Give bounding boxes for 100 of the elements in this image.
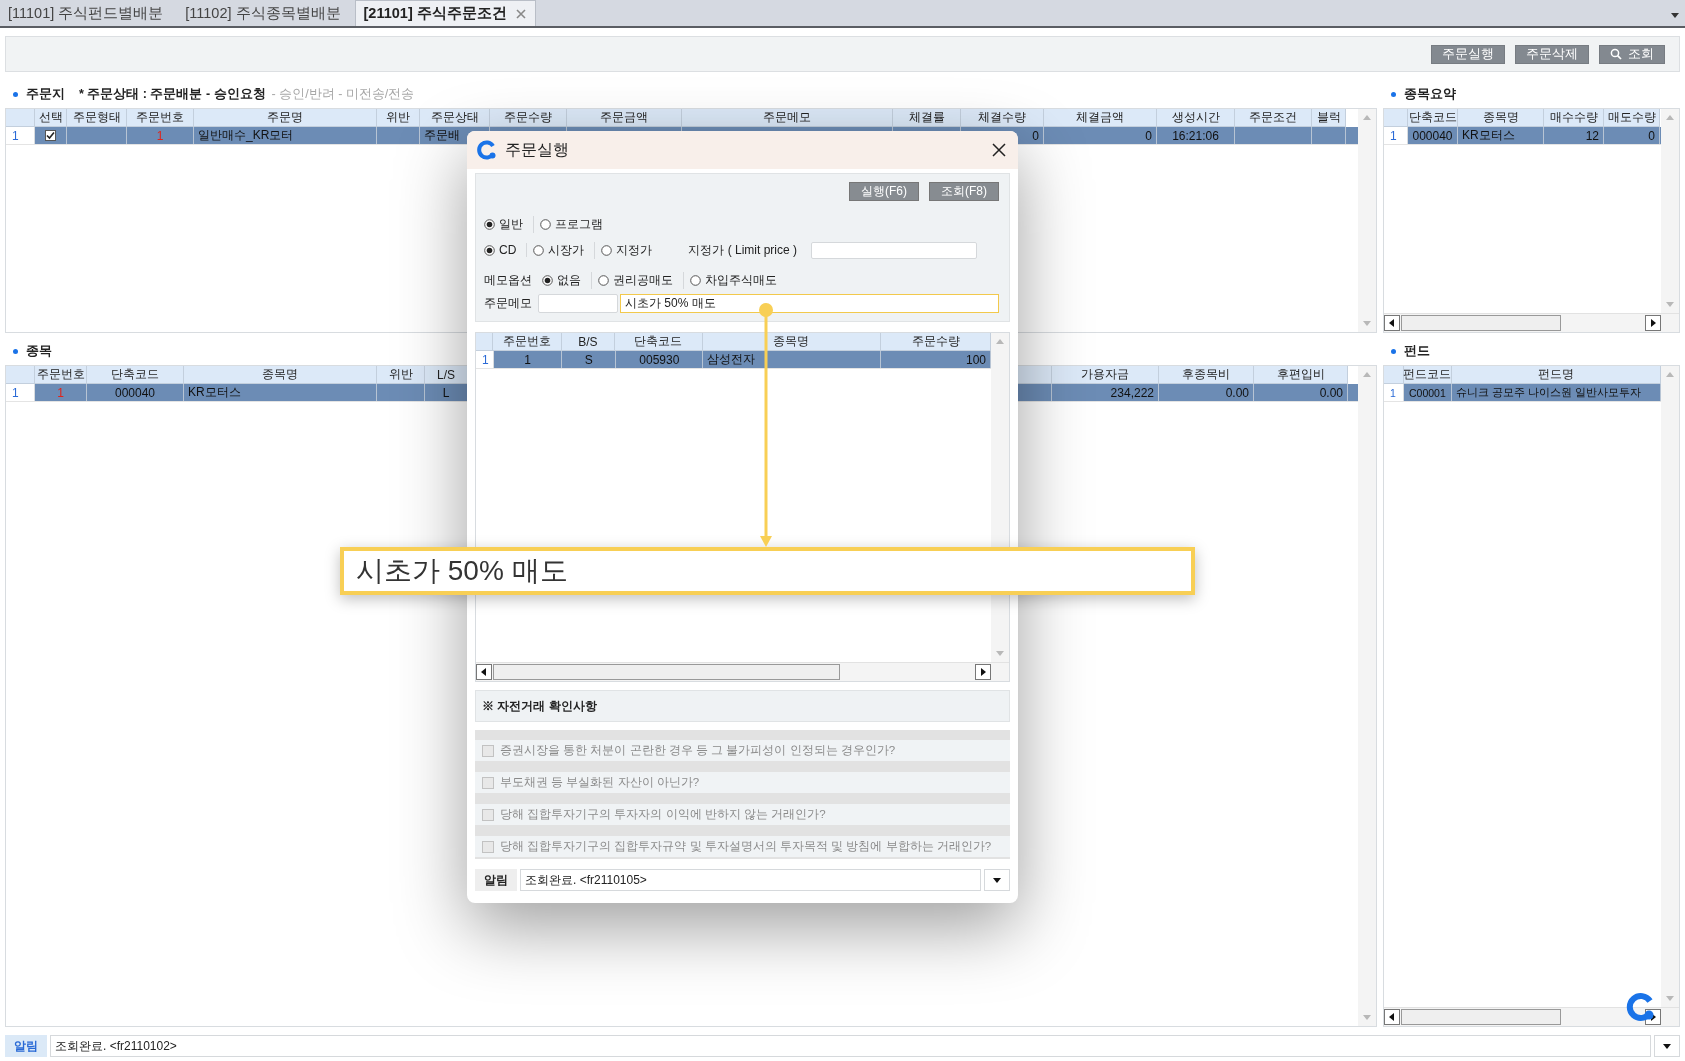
section-title: 펀드 — [1404, 342, 1430, 360]
dropdown-button[interactable] — [1654, 1035, 1680, 1057]
header-corner — [6, 366, 35, 384]
column-header: 위반 — [377, 109, 420, 127]
radio-button[interactable] — [690, 274, 701, 286]
radio-button[interactable] — [540, 218, 551, 230]
scroll-left-button[interactable] — [476, 664, 492, 680]
radio-button[interactable] — [484, 244, 495, 256]
column-header: 주문번호 — [35, 366, 87, 384]
radio-button[interactable] — [601, 244, 613, 256]
column-header: 매수수량 — [1544, 109, 1604, 127]
toolbar-button[interactable]: 주문실행 — [1431, 44, 1505, 64]
column-header: 주문번호 — [492, 333, 562, 351]
table-cell: 0 — [1604, 127, 1660, 144]
logo-icon — [477, 140, 497, 160]
header-corner — [6, 109, 35, 127]
bullet-icon — [13, 348, 18, 354]
table-cell: KR모터스 — [1458, 127, 1544, 144]
table-cell: 12 — [1544, 127, 1604, 144]
table-row[interactable]: 1 000040 KR모터스 12 0 — [1384, 127, 1661, 145]
radio-label[interactable]: 없음 — [557, 271, 581, 289]
tab[interactable]: [11101] 주식펀드별배분 — [0, 0, 172, 26]
table-cell: 005930 — [616, 351, 704, 368]
column-header: 체결률 — [893, 109, 961, 127]
table-row[interactable]: 1 C00001 슈니크 공모주 나이스원 일반사모투자 — [1384, 384, 1661, 402]
table-cell: 일반매수_KR모터 — [194, 127, 377, 144]
tab[interactable]: [21101] 주식주문조건 — [354, 0, 536, 26]
table-cell: 0.00 — [1254, 384, 1348, 401]
column-header: L/S — [425, 366, 468, 384]
column-header: 매도수량 — [1604, 109, 1660, 127]
section-title: ※ 자전거래 확인사항 — [475, 690, 1010, 722]
scroll-left-button[interactable] — [1384, 315, 1400, 331]
radio-button[interactable] — [598, 274, 609, 286]
column-header: 주문명 — [194, 109, 377, 127]
memo-code-field[interactable] — [538, 293, 618, 313]
column-header: 체결수량 — [961, 109, 1044, 127]
scroll-right-button[interactable] — [1645, 315, 1661, 331]
column-header: 종목명 — [1458, 109, 1544, 127]
column-header: 생성시간 — [1157, 109, 1235, 127]
toolbar-button[interactable]: 주문삭제 — [1515, 44, 1589, 64]
radio-label[interactable]: CD — [499, 243, 517, 257]
field-label: 지정가 ( Limit price ) — [688, 241, 798, 259]
table-cell: S — [562, 351, 617, 368]
radio-label[interactable]: 차입주식매도 — [705, 271, 777, 289]
radio-label[interactable]: 지정가 — [616, 241, 653, 259]
column-header: 주문수량 — [881, 333, 991, 351]
table-row[interactable]: 1 1 S 005930 삼성전자 100 — [476, 351, 991, 369]
tab[interactable]: [11102] 주식종목별배분 — [177, 0, 349, 26]
checkbox[interactable] — [45, 130, 56, 141]
column-header: 단축코드 — [615, 333, 703, 351]
table-cell: KR모터스 — [184, 384, 377, 401]
column-header: 주문메모 — [682, 109, 893, 127]
header-corner — [476, 333, 493, 351]
section-title: 종목 — [26, 342, 52, 360]
column-header: 가용자금 — [1052, 366, 1159, 384]
scroll-right-button[interactable] — [975, 664, 991, 680]
scrollbar-thumb[interactable] — [1401, 315, 1561, 331]
column-header: 단축코드 — [1408, 109, 1458, 127]
header-corner — [1384, 366, 1404, 384]
radio-label[interactable]: 일반 — [499, 215, 523, 233]
radio-button[interactable] — [484, 218, 495, 230]
column-header: 주문번호 — [127, 109, 194, 127]
scrollbar-thumb[interactable] — [1401, 1009, 1561, 1025]
column-header: 후편입비 — [1254, 366, 1348, 384]
column-header: 주문조건 — [1235, 109, 1312, 127]
bullet-icon — [13, 91, 18, 97]
row-number: 1 — [6, 127, 35, 144]
table-cell: 234,222 — [1052, 384, 1159, 401]
radio-label[interactable]: 프로그램 — [555, 215, 603, 233]
table-cell: 1 — [127, 127, 194, 144]
dialog-title: 주문실행 — [505, 139, 570, 160]
header-corner — [1384, 109, 1408, 127]
message-field: 조회완료. <fr2110102> — [50, 1035, 1651, 1057]
table-cell: 1 — [493, 351, 563, 368]
radio-label[interactable]: 시장가 — [548, 241, 585, 259]
logo-button[interactable] — [1626, 992, 1656, 1022]
radio-button[interactable] — [542, 274, 553, 286]
limit-price-field[interactable] — [811, 241, 978, 259]
column-header: 위반 — [377, 366, 425, 384]
search-button[interactable]: 조회 — [1599, 44, 1665, 64]
radio-label[interactable]: 권리공매도 — [613, 271, 673, 289]
memo-field[interactable]: 시초가 50% 매도 — [620, 293, 999, 313]
scrollbar-thumb[interactable] — [493, 664, 840, 680]
dropdown-button[interactable] — [984, 869, 1010, 891]
bullet-icon — [1391, 348, 1396, 354]
close-icon[interactable] — [992, 143, 1006, 157]
table-cell: 0.00 — [1159, 384, 1254, 401]
section-title: 주문지 — [26, 85, 65, 103]
column-header: 후종목비 — [1159, 366, 1254, 384]
column-header: B/S — [561, 333, 616, 351]
row-number: 1 — [1384, 384, 1404, 401]
column-header: 주문수량 — [490, 109, 567, 127]
column-header: 주문상태 — [420, 109, 490, 127]
table-cell: 000040 — [1408, 127, 1458, 144]
column-header: 펀드코드 — [1403, 366, 1452, 384]
zoomed-memo-callout: 시초가 50% 매도 — [340, 547, 1195, 595]
radio-button[interactable] — [533, 244, 545, 256]
scroll-left-button[interactable] — [1384, 1009, 1400, 1025]
row-number: 1 — [476, 351, 494, 368]
table-cell: 000040 — [87, 384, 184, 401]
